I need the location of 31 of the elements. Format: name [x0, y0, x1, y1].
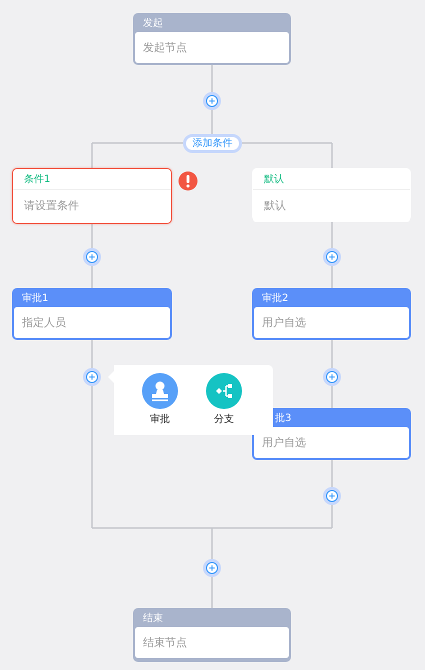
stamp-icon — [142, 373, 178, 409]
branch-icon — [206, 373, 242, 409]
error-icon — [178, 171, 198, 191]
add-node-button[interactable] — [83, 368, 101, 386]
node-content: 用户自选 — [254, 307, 409, 338]
add-node-button[interactable] — [203, 559, 221, 577]
condition-node[interactable]: 条件1 请设置条件 — [12, 168, 172, 224]
add-node-button[interactable] — [83, 248, 101, 266]
add-condition-button[interactable]: 添加条件 — [183, 134, 242, 153]
node-title: 审批1 — [21, 292, 50, 306]
add-node-button[interactable] — [323, 487, 341, 505]
branch-option[interactable]: 分支 — [202, 373, 246, 427]
node-title: 结束 — [142, 612, 164, 626]
node-content: 用户自选 — [254, 427, 409, 458]
node-content: 指定人员 — [14, 307, 170, 338]
node-title: 批3 — [274, 412, 292, 426]
node-content: 发起节点 — [135, 32, 289, 63]
node-content: 结束节点 — [135, 627, 289, 658]
add-node-button[interactable] — [323, 368, 341, 386]
node-title: 发起 — [142, 16, 164, 31]
approver-option[interactable]: 审批 — [138, 373, 182, 427]
start-node[interactable]: 发起 发起节点 — [133, 13, 291, 65]
end-node[interactable]: 结束 结束节点 — [133, 608, 291, 662]
add-node-button[interactable] — [203, 92, 221, 110]
approver-node[interactable]: 审批2 用户自选 — [252, 288, 411, 340]
add-node-button[interactable] — [323, 248, 341, 266]
node-title: 审批2 — [261, 292, 290, 306]
node-content: 请设置条件 — [13, 190, 171, 222]
approver-node[interactable]: 审批1 指定人员 — [12, 288, 172, 340]
condition-node[interactable]: 默认 默认 — [252, 168, 411, 221]
approver-node[interactable]: 批3 用户自选 — [252, 408, 411, 460]
